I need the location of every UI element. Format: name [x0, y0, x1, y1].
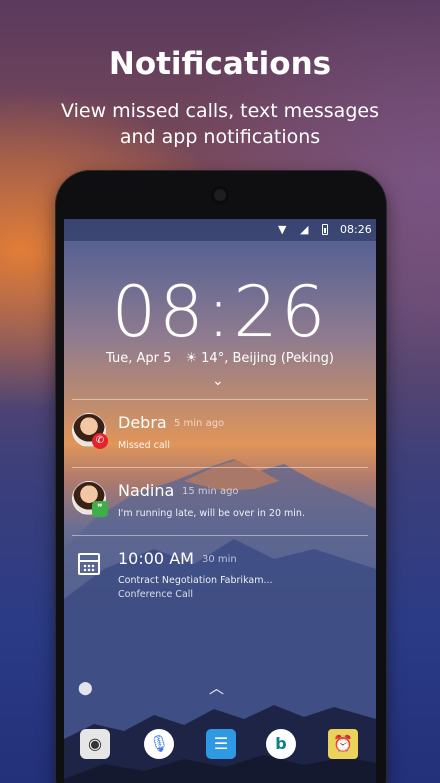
camera-icon[interactable]: ◉	[80, 729, 110, 759]
lock-date: Tue, Apr 5	[105, 351, 172, 366]
bing-icon[interactable]: b	[266, 729, 296, 759]
notification-time: 5 min ago	[174, 418, 225, 429]
chevron-up-icon[interactable]: ︿	[209, 677, 224, 698]
lock-weather: 14°, Beijing (Peking)	[201, 351, 334, 366]
notification-subtext: Conference Call	[118, 589, 194, 600]
calendar-icon	[78, 553, 100, 575]
promo-title: Notifications	[108, 46, 332, 82]
location-pin-icon[interactable]: ⬤	[78, 681, 93, 696]
notification-text: I'm running late, will be over in 20 min…	[118, 508, 305, 519]
status-time: 08:26	[340, 223, 372, 236]
alarm-clock-icon[interactable]: ⏰	[328, 729, 358, 759]
hangouts-icon: ❞	[92, 501, 108, 517]
status-bar: ▼ ◢ 08:26	[64, 219, 376, 241]
notification-nadina[interactable]: ❞ Nadina 15 min ago I'm running late, wi…	[64, 471, 376, 537]
notification-time: 15 min ago	[182, 486, 239, 497]
notification-title: 10:00 AM	[118, 549, 194, 568]
messages-icon[interactable]: ☰	[206, 729, 236, 759]
notification-calendar[interactable]: 10:00 AM 30 min Contract Negotiation Fab…	[64, 539, 376, 611]
lock-clock: 08:26	[111, 271, 329, 353]
divider	[72, 399, 368, 400]
mic-icon[interactable]: 🎙	[144, 729, 174, 759]
lock-screen: ▼ ◢ 08:26 08:26 Tue, Apr 5 ☀ 14°, Beijing…	[64, 219, 376, 783]
missed-call-icon: ✆	[92, 433, 108, 449]
notification-text: Contract Negotiation Fabrikam...	[118, 575, 273, 586]
phone-frame: ▼ ◢ 08:26 08:26 Tue, Apr 5 ☀ 14°, Beijing…	[56, 171, 386, 783]
chevron-down-icon[interactable]: ⌄	[212, 373, 224, 389]
notification-title: Nadina	[118, 481, 175, 500]
front-camera	[211, 186, 229, 204]
notification-title: Debra	[118, 413, 167, 432]
wifi-icon: ▼	[278, 223, 287, 236]
notification-time: 30 min	[202, 554, 237, 565]
battery-icon	[322, 224, 328, 235]
promo-subtitle-line1: View missed calls, text messages	[61, 100, 379, 122]
promo-subtitle-line2: and app notifications	[119, 126, 321, 148]
signal-icon: ◢	[300, 223, 309, 236]
notification-text: Missed call	[118, 440, 170, 451]
notification-debra[interactable]: ✆ Debra 5 min ago Missed call	[64, 403, 376, 469]
date-weather-line: Tue, Apr 5 ☀ 14°, Beijing (Peking)	[64, 351, 376, 366]
promo-subtitle: View missed calls, text messages and app…	[40, 98, 400, 150]
divider	[72, 535, 368, 536]
sun-icon: ☀	[185, 351, 198, 366]
divider	[72, 467, 368, 468]
